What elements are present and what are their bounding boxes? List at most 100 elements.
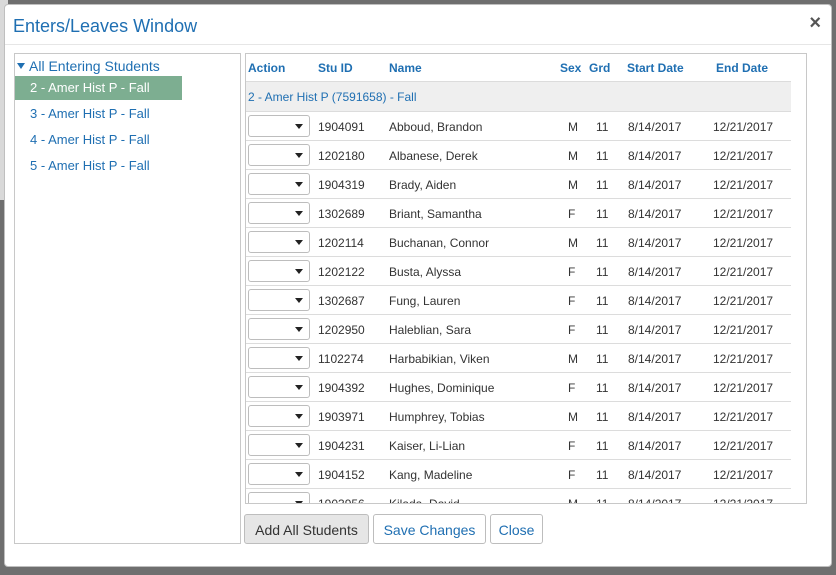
cell-grd: 11 [596, 439, 609, 453]
students-grid[interactable]: Action Stu ID Name Sex Grd Start Date En… [245, 53, 807, 504]
cell-grd: 11 [596, 497, 609, 504]
cell-stu-id: 1302689 [318, 207, 365, 221]
cell-stu-id: 1904392 [318, 381, 365, 395]
action-select[interactable] [248, 173, 310, 195]
action-select[interactable] [248, 463, 310, 485]
header-name[interactable]: Name [389, 61, 422, 75]
header-end-date[interactable]: End Date [716, 61, 768, 75]
cell-start-date: 8/14/2017 [628, 410, 682, 424]
tree-root-label: All Entering Students [29, 58, 160, 74]
group-row: 2 - Amer Hist P (7591658) - Fall [246, 82, 791, 112]
cell-grd: 11 [596, 178, 609, 192]
cell-sex: M [568, 178, 578, 192]
table-row: 1904392 Hughes, Dominique F 11 8/14/2017 12/2… [246, 373, 791, 402]
cell-sex: M [568, 149, 578, 163]
chevron-down-icon [295, 327, 303, 332]
table-row: 1102274 Harbabikian, Viken M 11 8/14/2017 12/… [246, 344, 791, 373]
cell-start-date: 8/14/2017 [628, 497, 682, 504]
chevron-down-icon [295, 443, 303, 448]
header-grd[interactable]: Grd [589, 61, 610, 75]
cell-stu-id: 1904319 [318, 178, 365, 192]
cell-stu-id: 1904152 [318, 468, 365, 482]
cell-end-date: 12/21/2017 [713, 120, 774, 134]
chevron-down-icon [295, 240, 303, 245]
action-select[interactable] [248, 289, 310, 311]
cell-sex: M [568, 410, 578, 424]
cell-grd: 11 [596, 120, 609, 134]
cell-start-date: 8/14/2017 [628, 149, 682, 163]
cell-end-date: 12/21/2017 [713, 178, 774, 192]
save-changes-button[interactable]: Save Changes [373, 514, 486, 544]
caret-down-icon[interactable] [17, 63, 25, 69]
cell-sex: F [568, 439, 576, 453]
table-row: 1202180 Albanese, Derek M 11 8/14/2017 12/21/… [246, 141, 791, 170]
chevron-down-icon [295, 501, 303, 503]
action-select[interactable] [248, 231, 310, 253]
chevron-down-icon [295, 472, 303, 477]
cell-sex: F [568, 294, 576, 308]
cell-name: Humphrey, Tobias [389, 410, 485, 424]
chevron-down-icon [295, 385, 303, 390]
section-tree: All Entering Students 2 - Amer Hist P - … [14, 53, 241, 544]
action-select[interactable] [248, 115, 310, 137]
cell-end-date: 12/21/2017 [713, 410, 774, 424]
cell-stu-id: 1904231 [318, 439, 365, 453]
add-all-students-button[interactable]: Add All Students [244, 514, 369, 544]
chevron-down-icon [295, 153, 303, 158]
cell-end-date: 12/21/2017 [713, 468, 774, 482]
action-select[interactable] [248, 318, 310, 340]
table-row: 1904091 Abboud, Brandon M 11 8/14/2017 12/21/… [246, 112, 791, 141]
tree-item[interactable]: 4 - Amer Hist P - Fall [15, 128, 182, 152]
chevron-down-icon [295, 414, 303, 419]
dialog-title: Enters/Leaves Window [13, 16, 198, 36]
cell-grd: 11 [596, 352, 609, 366]
cell-sex: F [568, 265, 576, 279]
cell-name: Haleblian, Sara [389, 323, 472, 337]
cell-grd: 11 [596, 323, 609, 337]
action-select[interactable] [248, 347, 310, 369]
cell-stu-id: 1202180 [318, 149, 365, 163]
table-row: 1202114 Buchanan, Connor M 11 8/14/2017 12/21… [246, 228, 791, 257]
cell-start-date: 8/14/2017 [628, 265, 682, 279]
action-select[interactable] [248, 434, 310, 456]
cell-sex: M [568, 497, 578, 504]
header-stu-id[interactable]: Stu ID [318, 61, 353, 75]
table-row: 1903956 Kilada, David M 11 8/14/2017 12/21/20… [246, 489, 791, 504]
cell-name: Hughes, Dominique [389, 381, 495, 395]
cell-name: Fung, Lauren [389, 294, 461, 308]
tree-root[interactable]: All Entering Students [15, 56, 160, 76]
close-icon[interactable]: × [809, 13, 821, 33]
close-button[interactable]: Close [490, 514, 543, 544]
action-select[interactable] [248, 492, 310, 503]
cell-start-date: 8/14/2017 [628, 323, 682, 337]
tree-item[interactable]: 3 - Amer Hist P - Fall [15, 102, 182, 126]
cell-end-date: 12/21/2017 [713, 352, 774, 366]
cell-grd: 11 [596, 294, 609, 308]
table-row: 1904319 Brady, Aiden M 11 8/14/2017 12/21/201… [246, 170, 791, 199]
tree-item[interactable]: 5 - Amer Hist P - Fall [15, 154, 182, 178]
header-start-date[interactable]: Start Date [627, 61, 684, 75]
chevron-down-icon [295, 269, 303, 274]
chevron-down-icon [295, 124, 303, 129]
tree-item[interactable]: 2 - Amer Hist P - Fall [15, 76, 182, 100]
cell-grd: 11 [596, 207, 609, 221]
header-sex[interactable]: Sex [560, 61, 581, 75]
cell-grd: 11 [596, 149, 609, 163]
cell-grd: 11 [596, 236, 609, 250]
cell-grd: 11 [596, 381, 609, 395]
action-select[interactable] [248, 376, 310, 398]
header-action[interactable]: Action [248, 61, 285, 75]
dialog-title-bar: Enters/Leaves Window × [5, 5, 831, 45]
action-select[interactable] [248, 260, 310, 282]
cell-end-date: 12/21/2017 [713, 439, 774, 453]
cell-stu-id: 1904091 [318, 120, 365, 134]
cell-grd: 11 [596, 468, 609, 482]
table-row: 1202122 Busta, Alyssa F 11 8/14/2017 12/21/20… [246, 257, 791, 286]
action-select[interactable] [248, 202, 310, 224]
action-select[interactable] [248, 144, 310, 166]
action-select[interactable] [248, 405, 310, 427]
cell-name: Buchanan, Connor [389, 236, 490, 250]
cell-name: Harbabikian, Viken [389, 352, 490, 366]
cell-stu-id: 1202114 [318, 236, 364, 250]
table-row: 1903971 Humphrey, Tobias M 11 8/14/2017 12/21… [246, 402, 791, 431]
